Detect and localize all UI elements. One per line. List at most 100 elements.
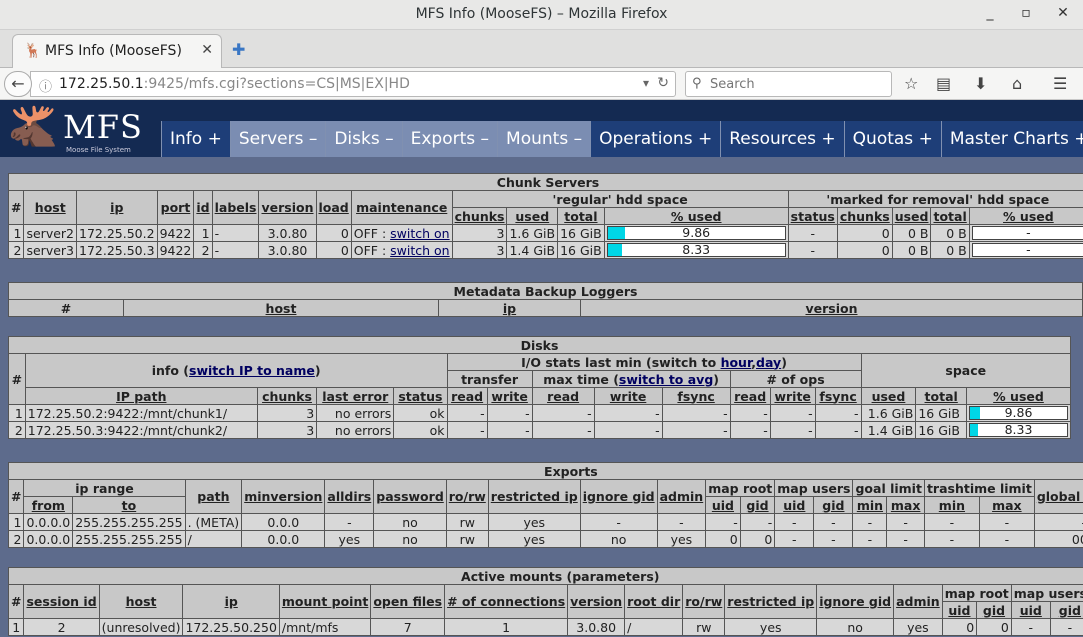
switch-to-avg-link[interactable]: switch to avg	[619, 372, 713, 387]
col-header-sortable[interactable]: load	[315, 190, 352, 225]
col-header-sortable[interactable]: gid	[1049, 601, 1083, 619]
col-header-sortable[interactable]: write	[769, 387, 816, 405]
col-header-sortable[interactable]: uid	[774, 496, 815, 514]
col-header-sortable[interactable]: host	[123, 299, 439, 317]
close-window-button[interactable]: ✕	[1053, 5, 1073, 21]
maximize-button[interactable]: ▫	[1016, 5, 1036, 21]
col-header-sortable[interactable]: max	[978, 496, 1035, 514]
col-header-sortable[interactable]: read	[729, 387, 771, 405]
col-header-sortable[interactable]: gid	[976, 601, 1012, 619]
col-header-sortable[interactable]: from	[23, 496, 74, 514]
col-header-sortable[interactable]: chunks	[451, 207, 508, 225]
menu-hamburger-icon[interactable]: ☰	[1053, 74, 1067, 93]
col-header-sortable[interactable]: # of connections	[444, 584, 569, 619]
mfs-logo[interactable]: 🫎 MFS Moose File System	[8, 106, 158, 156]
menu-item[interactable]: Master Charts +	[940, 121, 1083, 157]
menu-item[interactable]: Operations +	[590, 121, 721, 157]
col-header-sortable[interactable]: admin	[893, 584, 943, 619]
url-text[interactable]: 172.25.50.1:9425/mfs.cgi?sections=CS|MS|…	[59, 76, 410, 92]
col-header-sortable[interactable]: alldirs	[324, 479, 375, 514]
reading-list-icon[interactable]: ▤	[936, 74, 951, 93]
menu-item[interactable]: Exports –	[401, 121, 498, 157]
col-header-sortable[interactable]: ip	[438, 299, 581, 317]
col-header-sortable[interactable]: IP path	[24, 387, 258, 405]
switch-on-link[interactable]: switch on	[390, 243, 449, 258]
col-header-sortable[interactable]: ro/rw	[445, 479, 489, 514]
col-header-sortable[interactable]: global umask	[1033, 479, 1083, 514]
col-header-sortable[interactable]: password	[373, 479, 447, 514]
url-dropdown-icon[interactable]: ▾	[643, 76, 649, 90]
menu-item[interactable]: Quotas +	[843, 121, 941, 157]
col-header-sortable[interactable]: ip	[76, 190, 158, 225]
day-link[interactable]: day	[756, 355, 781, 370]
col-header-sortable[interactable]: % used	[968, 207, 1083, 225]
col-header-sortable[interactable]: ro/rw	[682, 584, 726, 619]
col-header-sortable[interactable]: host	[98, 584, 184, 619]
col-header-sortable[interactable]: host	[23, 190, 78, 225]
menu-item[interactable]: Resources +	[720, 121, 844, 157]
col-header-sortable[interactable]: read	[446, 387, 488, 405]
col-header-sortable[interactable]: ignore gid	[816, 584, 895, 619]
col-header-sortable[interactable]: uid	[1010, 601, 1051, 619]
col-header-sortable[interactable]: status	[393, 387, 448, 405]
col-header-sortable[interactable]: % used	[603, 207, 789, 225]
col-header-sortable[interactable]: total	[930, 207, 970, 225]
col-header-sortable[interactable]: chunks	[256, 387, 318, 405]
col-header-sortable[interactable]: port	[156, 190, 195, 225]
search-box[interactable]: ⚲	[685, 71, 892, 97]
col-header-sortable[interactable]: id	[193, 190, 213, 225]
col-header-sortable[interactable]: fsync	[814, 387, 862, 405]
menu-item[interactable]: Info +	[161, 121, 230, 157]
tab-close-icon[interactable]: ✕	[201, 42, 213, 58]
search-input[interactable]	[710, 75, 885, 93]
col-header-sortable[interactable]: minversion	[241, 479, 326, 514]
col-header-sortable[interactable]: root dir	[624, 584, 684, 619]
col-header-sortable[interactable]: version	[258, 190, 317, 225]
col-header-sortable[interactable]: uid	[941, 601, 978, 619]
bookmark-star-icon[interactable]: ☆	[904, 74, 918, 93]
col-header-sortable[interactable]: gid	[813, 496, 854, 514]
col-header-sortable[interactable]: path	[184, 479, 243, 514]
col-header-sortable[interactable]: total	[557, 207, 605, 225]
col-header-sortable[interactable]: maintenance	[350, 190, 453, 225]
col-header-sortable[interactable]: session id	[23, 584, 100, 619]
col-header-sortable[interactable]: last error	[316, 387, 395, 405]
back-button[interactable]: ←	[4, 71, 32, 97]
minimize-button[interactable]: _	[980, 5, 1000, 21]
hour-link[interactable]: hour	[721, 355, 752, 370]
switch-ip-to-name-link[interactable]: switch IP to name	[189, 363, 315, 378]
col-header-sortable[interactable]: write	[593, 387, 663, 405]
menu-item[interactable]: Mounts –	[497, 121, 591, 157]
col-header-sortable[interactable]: used	[891, 207, 932, 225]
col-header-sortable[interactable]: admin	[656, 479, 707, 514]
col-header-sortable[interactable]: min	[852, 496, 888, 514]
col-header-sortable[interactable]: used	[506, 207, 559, 225]
switch-on-link[interactable]: switch on	[390, 226, 449, 241]
col-header-sortable[interactable]: open files	[370, 584, 446, 619]
col-header-sortable[interactable]: uid	[705, 496, 741, 514]
browser-tab[interactable]: 🦌 MFS Info (MooseFS) ✕	[12, 34, 222, 68]
col-header-sortable[interactable]: version	[580, 299, 1083, 317]
col-header-sortable[interactable]: fsync	[661, 387, 731, 405]
home-icon[interactable]: ⌂	[1012, 74, 1022, 93]
menu-item[interactable]: Servers –	[229, 121, 326, 157]
col-header-sortable[interactable]: ignore gid	[579, 479, 658, 514]
col-header-sortable[interactable]: status	[787, 207, 838, 225]
col-header-sortable[interactable]: labels	[211, 190, 260, 225]
col-header-sortable[interactable]: % used	[966, 387, 1071, 405]
col-header-sortable[interactable]: total	[915, 387, 967, 405]
col-header-sortable[interactable]: min	[923, 496, 980, 514]
reload-icon[interactable]: ↻	[657, 75, 669, 91]
col-header-sortable[interactable]: restricted ip	[487, 479, 581, 514]
col-header-sortable[interactable]: restricted ip	[724, 584, 818, 619]
col-header-sortable[interactable]: mount point	[278, 584, 372, 619]
col-header-sortable[interactable]: read	[531, 387, 595, 405]
col-header-sortable[interactable]: write	[486, 387, 533, 405]
col-header-sortable[interactable]: version	[567, 584, 626, 619]
menu-item[interactable]: Disks –	[325, 121, 402, 157]
col-header-sortable[interactable]: chunks	[836, 207, 893, 225]
col-header-sortable[interactable]: ip	[182, 584, 280, 619]
downloads-icon[interactable]: ⬇	[974, 74, 987, 93]
col-header-sortable[interactable]: to	[72, 496, 186, 514]
col-header-sortable[interactable]: used	[860, 387, 917, 405]
